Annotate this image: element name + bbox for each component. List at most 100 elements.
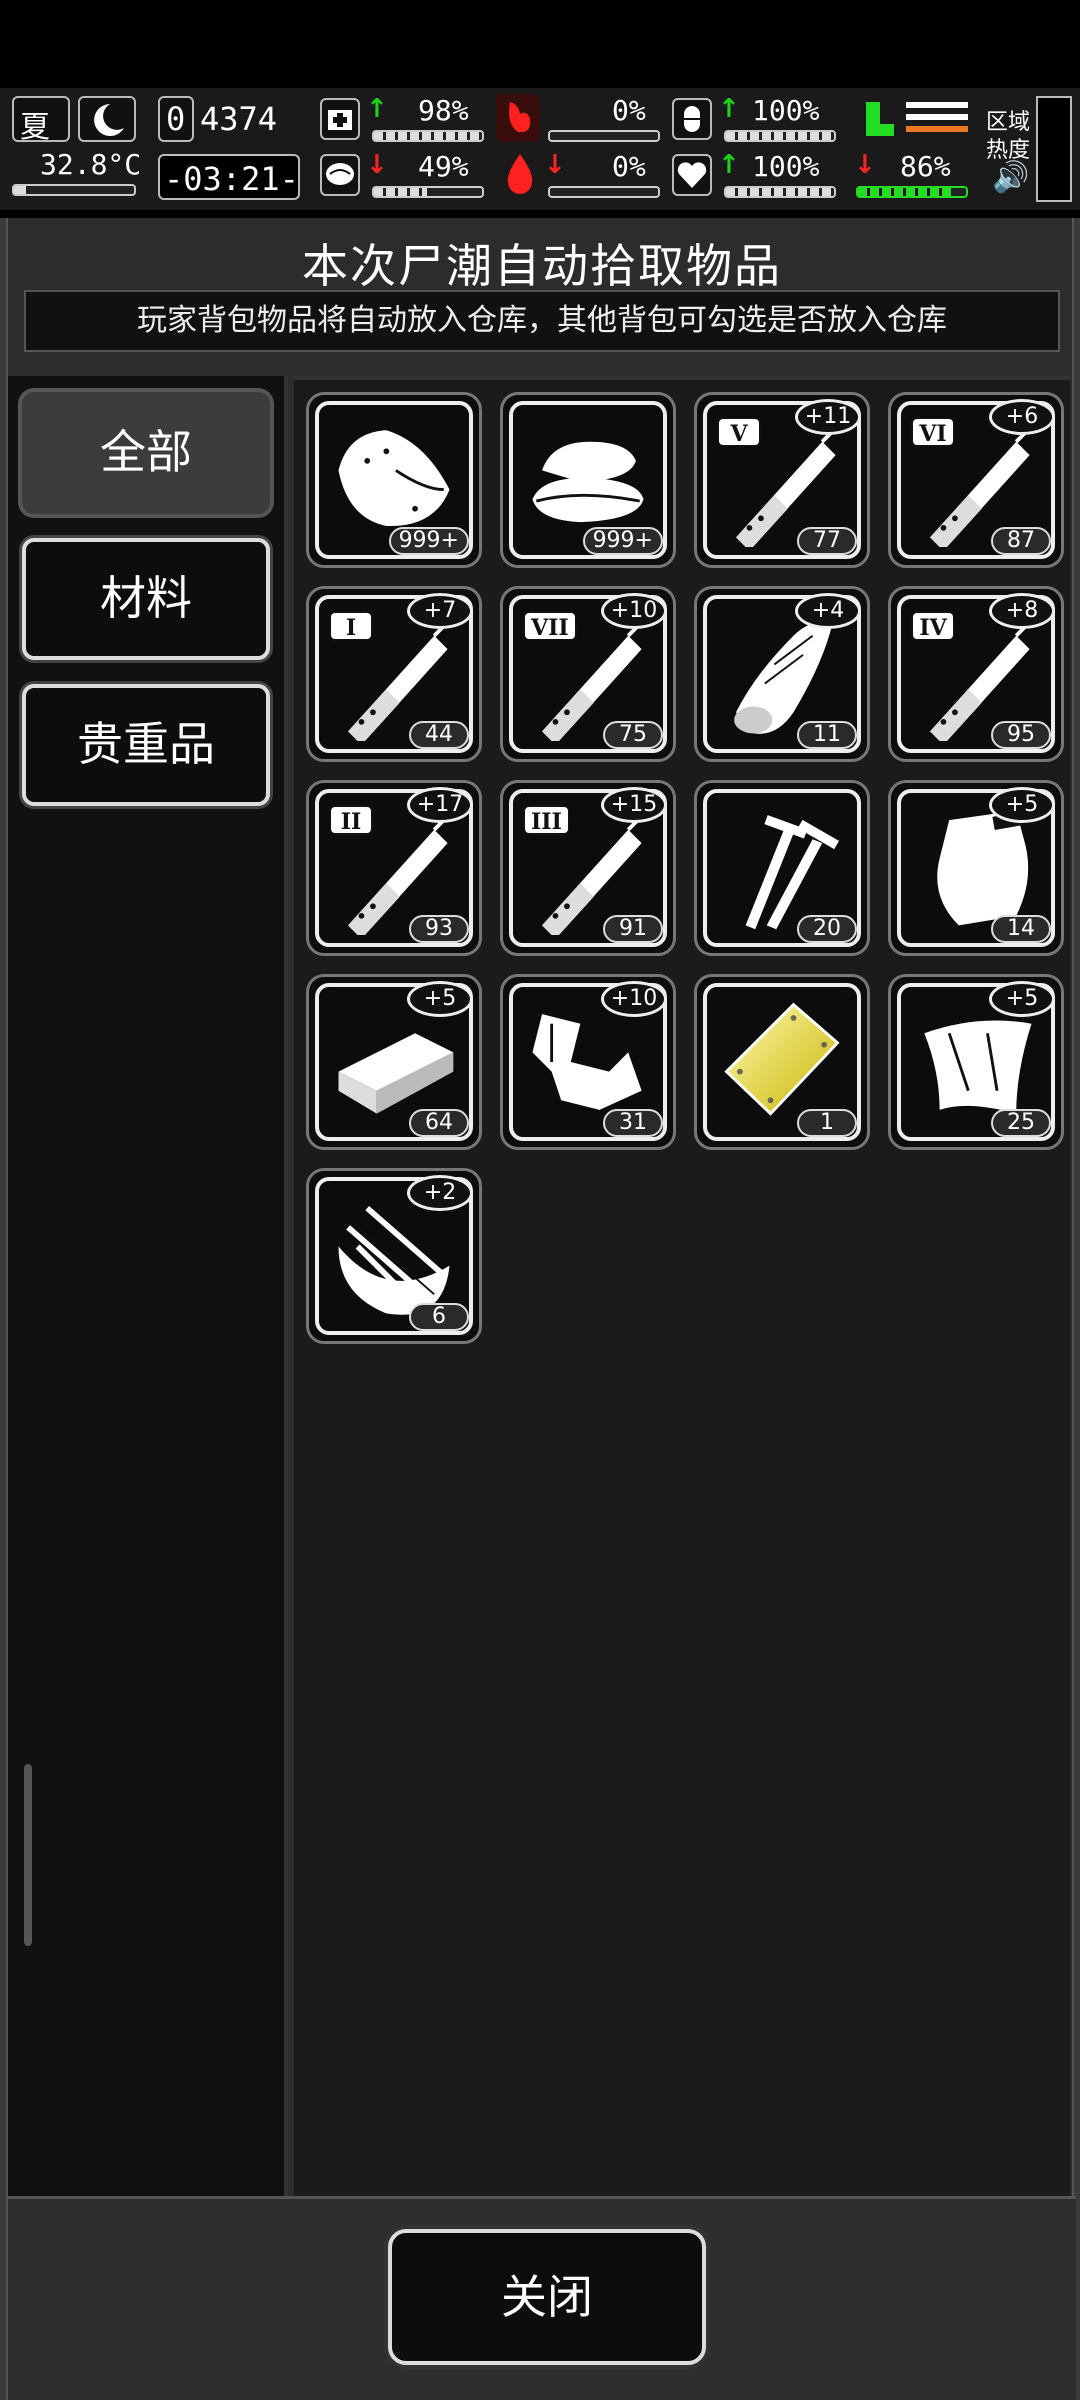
heart-bar <box>724 186 836 198</box>
inventory-item[interactable]: V +11 77 <box>694 392 870 568</box>
boot-icon <box>858 98 900 142</box>
item-count: 14 <box>991 915 1051 943</box>
blood-drop-icon <box>498 150 542 198</box>
roman-tag: III <box>523 805 570 835</box>
inventory-item[interactable]: +5 14 <box>888 780 1064 956</box>
zone-heat-meter <box>1036 96 1072 202</box>
item-count: 93 <box>409 915 469 943</box>
panel-title: 本次尸潮自动拾取物品 <box>302 239 782 293</box>
day-prefix: 0 <box>166 100 186 138</box>
roman-tag: II <box>329 805 373 835</box>
inventory-item[interactable]: VI +6 87 <box>888 392 1064 568</box>
pill-value: 100% <box>752 94 820 127</box>
item-grid: 999+ 999+ V +11 77 VI +6 87 I +7 44 VII +10 75 +4 11 IV +… <box>294 376 1070 2196</box>
health-arrow-up-icon: ↑ <box>366 94 388 124</box>
inventory-item[interactable]: 1 <box>694 974 870 1150</box>
mental-bar <box>372 186 484 198</box>
heart-arrow-up-icon: ↑ <box>718 150 740 180</box>
inventory-item[interactable]: I +7 44 <box>306 586 482 762</box>
panel-footer: 关闭 <box>8 2196 1076 2400</box>
inventory-item[interactable]: 999+ <box>306 392 482 568</box>
inventory-item[interactable]: +5 64 <box>306 974 482 1150</box>
pill-arrow-up-icon: ↑ <box>718 94 740 124</box>
inventory-item[interactable]: +2 6 <box>306 1168 482 1344</box>
pill-bar <box>724 130 836 142</box>
temperature-bar <box>12 184 136 196</box>
season-label: 夏 <box>20 110 50 145</box>
heart-value: 100% <box>752 150 820 183</box>
stamina-arrow-down-icon: ↓ <box>854 150 876 180</box>
hunger-value: 0% <box>612 94 646 127</box>
stamina-value: 86% <box>900 150 951 183</box>
bonus-badge: +10 <box>601 593 667 629</box>
item-count: 11 <box>797 721 857 749</box>
night-moon-icon <box>78 96 136 142</box>
roman-tag: VII <box>523 611 577 641</box>
item-count: 31 <box>603 1109 663 1137</box>
bonus-badge: +6 <box>989 399 1055 435</box>
bonus-badge: +5 <box>989 787 1055 823</box>
stamina-stripes <box>906 102 968 138</box>
clock: -03:21- <box>164 160 299 198</box>
bonus-badge: +17 <box>407 787 473 823</box>
item-count: 20 <box>797 915 857 943</box>
day-counter-box: 0 <box>158 96 194 142</box>
blood-value: 0% <box>612 150 646 183</box>
tab-valuables[interactable]: 贵重品 <box>22 684 270 806</box>
bonus-badge: +5 <box>407 981 473 1017</box>
inventory-item[interactable]: 999+ <box>500 392 676 568</box>
inventory-item[interactable]: +10 31 <box>500 974 676 1150</box>
bonus-badge: +2 <box>407 1175 473 1211</box>
tab-all[interactable]: 全部 <box>22 392 270 514</box>
bonus-badge: +8 <box>989 593 1055 629</box>
day-counter: 4374 <box>200 100 278 138</box>
item-count: 87 <box>991 527 1051 555</box>
clock-box: -03:21- <box>158 154 300 200</box>
item-count: 91 <box>603 915 663 943</box>
panel-subtitle: 玩家背包物品将自动放入仓库，其他背包可勾选是否放入仓库 <box>24 290 1060 352</box>
bonus-badge: +15 <box>601 787 667 823</box>
stomach-icon <box>496 94 540 142</box>
inventory-item[interactable]: III +15 91 <box>500 780 676 956</box>
medkit-icon <box>320 98 360 140</box>
sidebar-scrollbar[interactable] <box>24 1764 32 1946</box>
roman-tag: V <box>717 417 761 447</box>
bonus-badge: +7 <box>407 593 473 629</box>
inventory-item[interactable]: +4 11 <box>694 586 870 762</box>
bonus-badge: +11 <box>795 399 861 435</box>
roman-tag: VI <box>911 417 955 447</box>
bonus-badge: +10 <box>601 981 667 1017</box>
item-count: 64 <box>409 1109 469 1137</box>
close-button[interactable]: 关闭 <box>388 2229 706 2365</box>
bonus-badge: +5 <box>989 981 1055 1017</box>
tab-materials[interactable]: 材料 <box>22 538 270 660</box>
inventory-item[interactable]: 20 <box>694 780 870 956</box>
auto-pickup-panel: 本次尸潮自动拾取物品 玩家背包物品将自动放入仓库，其他背包可勾选是否放入仓库 全… <box>0 218 1080 2400</box>
temperature: 32.8°C <box>40 148 142 181</box>
inventory-item[interactable]: +5 25 <box>888 974 1064 1150</box>
inventory-item[interactable]: IV +8 95 <box>888 586 1064 762</box>
item-count: 999+ <box>582 527 663 555</box>
roman-tag: IV <box>911 611 955 641</box>
item-count: 77 <box>797 527 857 555</box>
hunger-bar <box>548 130 660 142</box>
inventory-item[interactable]: VII +10 75 <box>500 586 676 762</box>
item-count: 6 <box>409 1303 469 1331</box>
mental-value: 49% <box>418 150 469 183</box>
blood-bar <box>548 186 660 198</box>
inventory-item[interactable]: II +17 93 <box>306 780 482 956</box>
health-bar <box>372 130 484 142</box>
roman-tag: I <box>329 611 373 641</box>
item-count: 44 <box>409 721 469 749</box>
bonus-badge: +4 <box>795 593 861 629</box>
pill-icon <box>672 98 712 140</box>
season-box: 夏 <box>12 96 70 145</box>
item-count: 1 <box>797 1109 857 1137</box>
game-hud: 夏 32.8°C 0 4374 -03:21- ↑ 98% 0% ↑ 100% … <box>0 88 1080 210</box>
item-count: 95 <box>991 721 1051 749</box>
item-count: 75 <box>603 721 663 749</box>
brain-icon <box>320 154 360 196</box>
status-bar-area <box>0 0 1080 88</box>
sound-icon[interactable]: 🔊 <box>992 160 1029 195</box>
heart-icon <box>672 154 712 196</box>
